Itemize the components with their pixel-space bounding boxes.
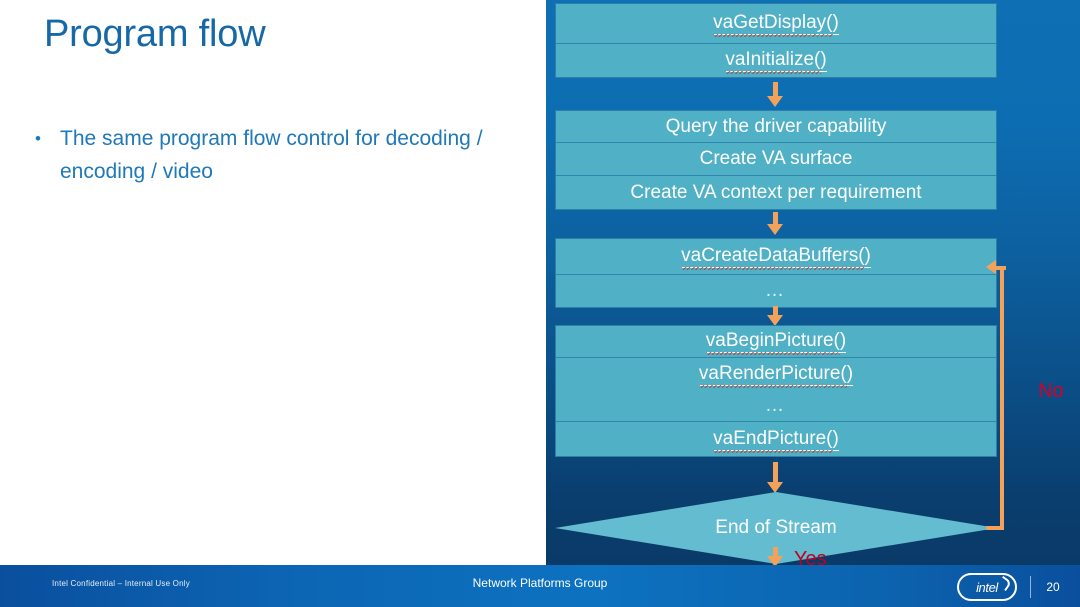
- flow-step-label: …: [765, 395, 787, 416]
- footer-group-name: Network Platforms Group: [472, 576, 608, 590]
- flow-step-vagetdisplay: vaGetDisplay(): [556, 4, 996, 44]
- flow-step-query-driver-capability: Query the driver capability: [556, 111, 996, 143]
- footer-divider: [1030, 576, 1031, 598]
- flow-step-label: Create VA context per requirement: [630, 181, 922, 203]
- flow-step-label: vaBeginPicture(): [705, 330, 847, 355]
- slide: Program flow • The same program flow con…: [0, 0, 1080, 607]
- flow-group-init: vaGetDisplay() vaInitialize(): [555, 3, 997, 78]
- flowchart-panel: vaGetDisplay() vaInitialize() Query the …: [546, 0, 1080, 565]
- flow-step-label: Create VA surface: [699, 148, 853, 169]
- bullet-list-item: • The same program flow control for deco…: [14, 122, 514, 188]
- flow-step-label: Query the driver capability: [665, 115, 887, 137]
- slide-page-number: 20: [1046, 580, 1060, 594]
- page-title: Program flow: [44, 13, 266, 55]
- flow-step-label: vaEndPicture(): [713, 427, 839, 453]
- flow-step-label: vaCreateDataBuffers(): [681, 245, 871, 270]
- slide-left-content: Program flow • The same program flow con…: [0, 0, 546, 565]
- flow-step-vaendpicture: vaEndPicture(): [556, 422, 996, 456]
- flow-label-yes: Yes: [794, 548, 827, 565]
- flow-step-label: vaInitialize(): [725, 49, 827, 74]
- bullet-marker-icon: •: [35, 129, 41, 148]
- slide-footer: Intel Confidential – Internal Use Only N…: [0, 565, 1080, 607]
- flow-step-vainitialize: vaInitialize(): [556, 44, 996, 77]
- flow-label-no: No: [1038, 380, 1064, 402]
- flow-group-picture: vaBeginPicture() vaRenderPicture() … vaE…: [555, 325, 997, 457]
- flow-step-vabeginpicture: vaBeginPicture(): [556, 326, 996, 358]
- flow-step-label: vaRenderPicture(): [698, 363, 854, 388]
- flow-step-create-va-context: Create VA context per requirement: [556, 176, 996, 209]
- flow-group-buffers: vaCreateDataBuffers() …: [555, 238, 997, 308]
- flow-step-create-va-surface: Create VA surface: [556, 143, 996, 176]
- intel-logo-swoosh-icon: [996, 575, 1013, 592]
- flow-step-buffers-ellipsis: …: [556, 275, 996, 307]
- flow-step-vacreatedatabuffers: vaCreateDataBuffers(): [556, 239, 996, 275]
- flow-step-label: vaGetDisplay(): [713, 12, 839, 37]
- intel-logo-text: intel: [976, 579, 998, 595]
- flow-step-varenderpicture: vaRenderPicture(): [556, 358, 996, 391]
- flow-group-setup: Query the driver capability Create VA su…: [555, 110, 997, 210]
- flow-step-label: …: [765, 280, 787, 301]
- flow-step-picture-ellipsis: …: [556, 391, 996, 422]
- footer-right-cluster: intel 20: [957, 573, 1062, 601]
- intel-logo-icon: intel: [957, 573, 1017, 601]
- bullet-text: The same program flow control for decodi…: [60, 127, 483, 183]
